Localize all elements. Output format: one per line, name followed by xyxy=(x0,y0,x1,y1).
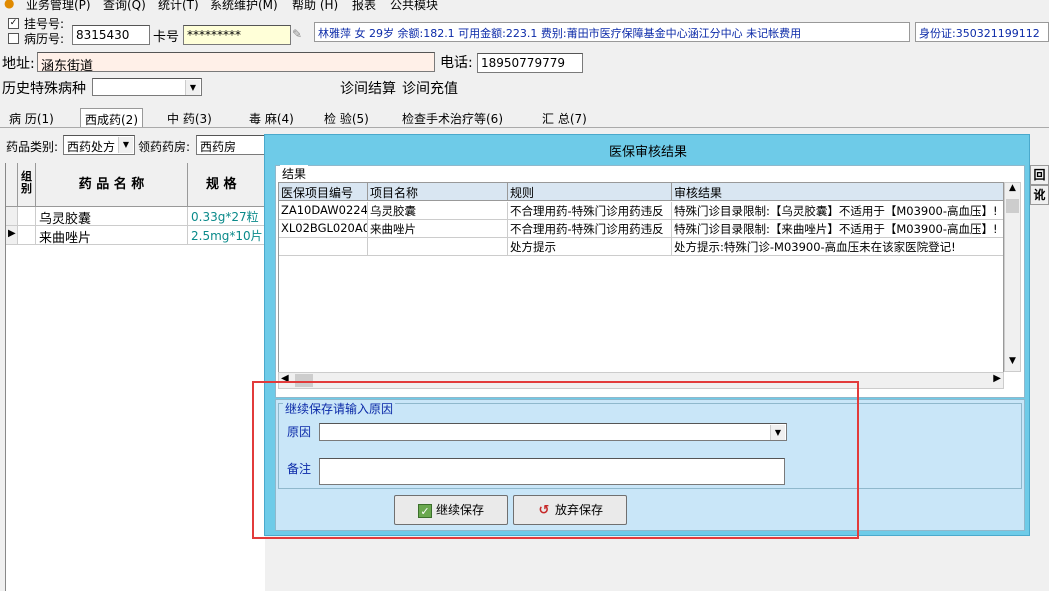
scroll-right-icon[interactable]: ▶ xyxy=(993,373,1001,384)
tab-medical-record[interactable]: 病 历(1) xyxy=(5,108,58,127)
spec-cell[interactable]: 0.33g*27粒 xyxy=(188,207,268,226)
result-code-cell[interactable]: ZA10DAW022401 xyxy=(279,202,368,220)
menu-report[interactable]: 报表 xyxy=(352,0,376,13)
history-disease-select[interactable]: ▼ xyxy=(92,78,202,96)
result-text-cell[interactable]: 处方提示:特殊门诊-M03900-高血压未在该家医院登记! xyxy=(672,238,1003,256)
result-table: 医保项目编号 项目名称 规则 审核结果 ZA10DAW022401 乌灵胶囊 不… xyxy=(278,182,1004,388)
history-disease-label: 历史特殊病种 xyxy=(2,81,86,97)
guahao-checkbox[interactable]: ✓ xyxy=(8,18,19,29)
right-header-1: 回 xyxy=(1030,165,1049,185)
spec-header: 规 格 xyxy=(188,163,268,207)
right-header-2: 讹 xyxy=(1030,185,1049,205)
menu-query[interactable]: 查询(Q) xyxy=(103,0,146,13)
result-code-cell[interactable] xyxy=(279,238,368,256)
drug-name-header: 药 品 名 称 xyxy=(36,163,188,207)
patient-info: 林雅萍 女 29岁 余额:182.1 可用金额:223.1 费别:莆田市医疗保障… xyxy=(314,22,910,42)
drug-category-value: 西药处方 xyxy=(67,140,116,154)
column-header-code[interactable]: 医保项目编号 xyxy=(279,183,368,201)
pharmacy-label: 领药药房: xyxy=(138,140,191,154)
spec-cell[interactable]: 2.5mg*10片 xyxy=(188,226,268,245)
phone-input[interactable]: 18950779779 xyxy=(477,53,583,73)
result-code-cell[interactable]: XL02BGL020A00 xyxy=(279,220,368,238)
tab-summary[interactable]: 汇 总(7) xyxy=(538,108,591,127)
row-indicator xyxy=(6,207,18,226)
group-header: 组别 xyxy=(18,163,36,207)
menu-help[interactable]: 帮助 (H) xyxy=(292,0,338,13)
drug-category-select[interactable]: 西药处方 ▼ xyxy=(63,135,135,155)
menu-stats[interactable]: 统计(T) xyxy=(158,0,199,13)
highlight-annotation-box xyxy=(252,381,859,539)
pharmacy-input[interactable]: 西药房 xyxy=(196,135,266,155)
row-indicator-header xyxy=(6,163,18,207)
tab-narcotics[interactable]: 毒 麻(4) xyxy=(245,108,298,127)
clinic-settle-button[interactable]: 诊间结算 xyxy=(340,78,396,98)
tab-lab-test[interactable]: 检 验(5) xyxy=(320,108,373,127)
clinic-recharge-button[interactable]: 诊间充值 xyxy=(402,78,458,98)
scroll-up-icon[interactable]: ▲ xyxy=(1005,183,1020,198)
menu-public[interactable]: 公共模块 xyxy=(390,0,438,13)
result-group: 结果 医保项目编号 项目名称 规则 审核结果 ZA10DAW022401 乌灵胶… xyxy=(275,165,1025,398)
tab-western-medicine[interactable]: 西成药(2) xyxy=(80,108,143,127)
chevron-down-icon[interactable]: ▼ xyxy=(185,80,200,95)
menu-bar: ● 业务管理(P) 查询(Q) 统计(T) 系统维护(M) 帮助 (H) 报表 … xyxy=(0,0,1049,13)
card-reader-icon[interactable]: ✎ xyxy=(292,27,310,43)
result-name-cell[interactable]: 来曲唑片 xyxy=(368,220,508,238)
result-caption: 结果 xyxy=(280,165,309,182)
menu-business[interactable]: 业务管理(P) xyxy=(26,0,91,13)
column-header-result[interactable]: 审核结果 xyxy=(672,183,1003,201)
result-name-cell[interactable]: 乌灵胶囊 xyxy=(368,202,508,220)
result-name-cell[interactable] xyxy=(368,238,508,256)
chevron-down-icon[interactable]: ▼ xyxy=(118,137,133,153)
column-header-rule[interactable]: 规则 xyxy=(508,183,672,201)
menu-system[interactable]: 系统维护(M) xyxy=(210,0,278,13)
binglihao-checkbox[interactable] xyxy=(8,33,19,44)
result-text-cell[interactable]: 特殊门诊目录限制:【乌灵胶囊】不适用于【M03900-高血压】! xyxy=(672,202,1003,220)
drug-name-cell[interactable]: 来曲唑片 xyxy=(36,226,188,245)
address-label: 地址: xyxy=(2,56,35,72)
tab-exam-surgery[interactable]: 检查手术治疗等(6) xyxy=(398,108,507,127)
scroll-thumb[interactable] xyxy=(1006,199,1019,213)
tab-bar: 病 历(1) 西成药(2) 中 药(3) 毒 麻(4) 检 验(5) 检查手术治… xyxy=(0,106,1049,128)
drug-name-cell[interactable]: 乌灵胶囊 xyxy=(36,207,188,226)
result-rule-cell[interactable]: 处方提示 xyxy=(508,238,672,256)
phone-label: 电话: xyxy=(440,55,473,71)
table-cell xyxy=(18,226,36,245)
dialog-title: 医保审核结果 xyxy=(608,145,687,160)
binglihao-label: 病历号: xyxy=(24,32,65,46)
column-header-name[interactable]: 项目名称 xyxy=(368,183,508,201)
vertical-scrollbar[interactable]: ▲ ▼ xyxy=(1004,182,1021,372)
current-row-arrow-icon: ▶ xyxy=(6,226,18,245)
kahao-label: 卡号 xyxy=(153,30,180,45)
drug-category-label: 药品类别: xyxy=(6,140,59,154)
id-card-info: 身份证:350321199112 xyxy=(915,22,1049,42)
result-text-cell[interactable]: 特殊门诊目录限制:【来曲唑片】不适用于【M03900-高血压】! xyxy=(672,220,1003,238)
app-logo-icon: ● xyxy=(4,0,15,10)
kahao-input[interactable]: ********* xyxy=(183,25,291,45)
binglihao-input[interactable]: 8315430 xyxy=(72,25,150,45)
address-input[interactable]: 涵东街道 xyxy=(37,52,435,72)
result-rule-cell[interactable]: 不合理用药-特殊门诊用药违反 xyxy=(508,202,672,220)
drug-grid: 组别 药 品 名 称 规 格 乌灵胶囊 0.33g*27粒 ▶ 来曲唑片 2.5… xyxy=(5,163,268,591)
scroll-down-icon[interactable]: ▼ xyxy=(1005,356,1020,371)
table-cell xyxy=(18,207,36,226)
tab-chinese-medicine[interactable]: 中 药(3) xyxy=(163,108,216,127)
result-rule-cell[interactable]: 不合理用药-特殊门诊用药违反 xyxy=(508,220,672,238)
